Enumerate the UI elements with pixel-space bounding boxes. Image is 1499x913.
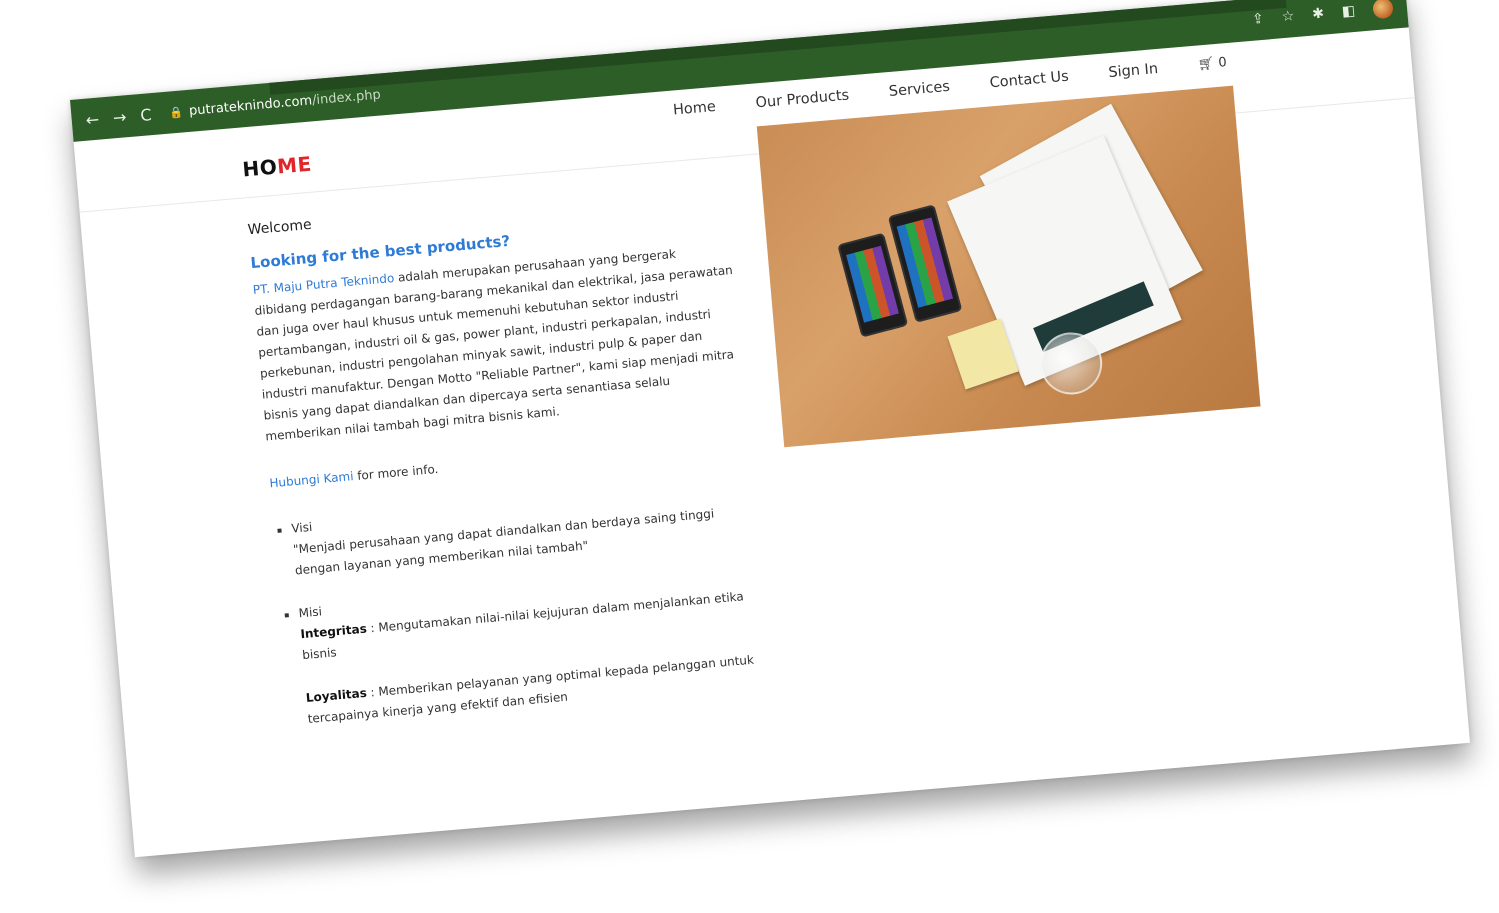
extensions-icon[interactable]: ✱ bbox=[1312, 6, 1325, 23]
logo-part-red: ME bbox=[276, 151, 313, 179]
vision-mission-list: Visi "Menjadi perusahaan yang dapat dian… bbox=[273, 479, 769, 731]
lock-icon[interactable]: 🔒 bbox=[169, 105, 184, 119]
browser-actions: ⇪ ☆ ✱ ◧ bbox=[1250, 0, 1394, 41]
forward-icon[interactable]: → bbox=[112, 107, 127, 127]
profile-avatar[interactable] bbox=[1372, 0, 1394, 20]
list-item-misi: Misi Integritas : Mengutamakan nilai-nil… bbox=[298, 564, 769, 730]
main-content: Welcome Looking for the best products? P… bbox=[247, 179, 771, 753]
logo-part-dark: HO bbox=[241, 154, 279, 182]
list-item-visi: Visi "Menjadi perusahaan yang dapat dian… bbox=[291, 479, 757, 581]
nav-item-home[interactable]: Home bbox=[672, 99, 716, 119]
loyalitas-text: : Memberikan pelayanan yang optimal kepa… bbox=[307, 652, 755, 726]
nav-item-our-products[interactable]: Our Products bbox=[755, 87, 850, 111]
browser-page: ← → C 🔒 putrateknindo.com/index.php ⇪ ☆ … bbox=[70, 0, 1471, 858]
page-logo: HOME bbox=[242, 152, 313, 182]
intro-paragraph: PT. Maju Putra Teknindo adalah merupakan… bbox=[252, 239, 745, 447]
share-icon[interactable]: ⇪ bbox=[1252, 11, 1265, 28]
reload-icon[interactable]: C bbox=[140, 105, 153, 125]
loyalitas-line: Loyalitas : Memberikan pelayanan yang op… bbox=[305, 649, 769, 730]
nav-item-sign-in[interactable]: Sign In bbox=[1108, 61, 1159, 81]
integritas-label: Integritas bbox=[299, 621, 368, 642]
nav-item-services[interactable]: Services bbox=[888, 79, 950, 100]
cart-count: 0 bbox=[1217, 55, 1228, 71]
url-host: putrateknindo.com bbox=[188, 92, 313, 119]
hero-image bbox=[756, 85, 1261, 448]
nav-item-contact-us[interactable]: Contact Us bbox=[989, 69, 1069, 92]
contact-rest: for more info. bbox=[352, 461, 439, 484]
sidepanel-icon[interactable]: ◧ bbox=[1341, 3, 1356, 20]
contact-link[interactable]: Hubungi Kami bbox=[269, 469, 354, 490]
back-icon[interactable]: ← bbox=[85, 109, 100, 129]
cart-button[interactable]: 🛒︎ 0 bbox=[1197, 55, 1227, 73]
cart-icon: 🛒︎ bbox=[1197, 56, 1215, 73]
screenshot-stage: ← → C 🔒 putrateknindo.com/index.php ⇪ ☆ … bbox=[0, 0, 1499, 913]
loyalitas-label: Loyalitas bbox=[305, 685, 368, 706]
star-icon[interactable]: ☆ bbox=[1281, 8, 1295, 25]
tab-strip bbox=[269, 0, 1287, 95]
